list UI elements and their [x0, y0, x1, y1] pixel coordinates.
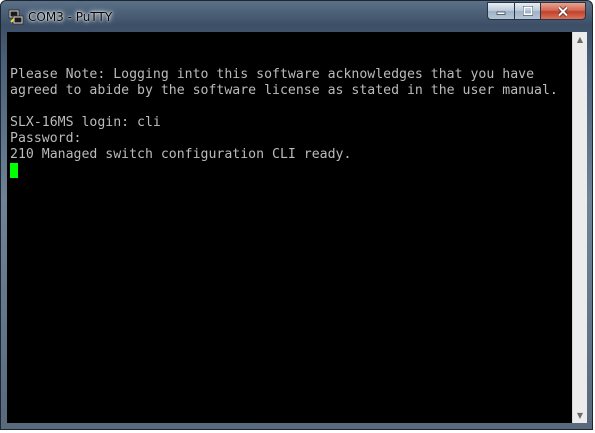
- maximize-icon: [522, 6, 533, 16]
- putty-window: COM3 - PuTTY Please Note: Logging into t…: [0, 0, 593, 430]
- close-icon: [557, 5, 569, 17]
- vertical-scrollbar[interactable]: ▲ ▼: [572, 32, 587, 423]
- scroll-down-arrow-icon: ▼: [576, 411, 584, 420]
- terminal-line: Password:: [10, 131, 82, 146]
- terminal-line: 210 Managed switch configuration CLI rea…: [10, 147, 352, 162]
- maximize-button[interactable]: [514, 2, 540, 20]
- window-title: COM3 - PuTTY: [28, 10, 113, 24]
- scroll-down-button[interactable]: ▼: [573, 408, 587, 423]
- scroll-up-arrow-icon: ▲: [576, 35, 584, 44]
- terminal-screen[interactable]: Please Note: Logging into this software …: [7, 32, 572, 423]
- terminal-cursor: [10, 163, 18, 178]
- title-bar[interactable]: COM3 - PuTTY: [1, 1, 592, 31]
- close-button[interactable]: [540, 2, 586, 20]
- terminal-cursor-line: [10, 163, 572, 179]
- terminal-line: Please Note: Logging into this software …: [10, 67, 535, 82]
- minimize-icon: [496, 11, 506, 15]
- terminal-line: SLX-16MS login: cli: [10, 115, 161, 130]
- caption-buttons: [487, 2, 586, 22]
- terminal-line: agreed to abide by the software license …: [10, 83, 558, 98]
- minimize-button[interactable]: [487, 2, 514, 20]
- scroll-up-button[interactable]: ▲: [573, 32, 587, 47]
- client-area: Please Note: Logging into this software …: [7, 32, 587, 423]
- putty-icon[interactable]: [8, 9, 24, 25]
